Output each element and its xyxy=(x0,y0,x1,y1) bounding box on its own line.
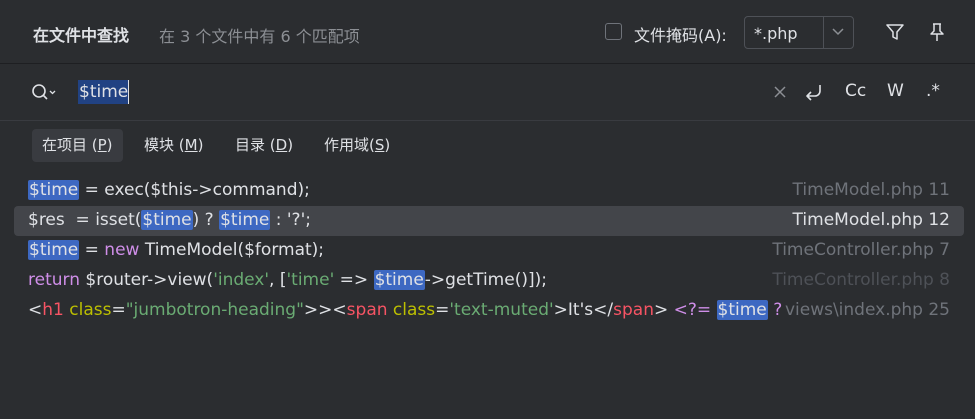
scope-tabs: 在项目 (P) 模块 (M) 目录 (D) 作用域(S) xyxy=(0,121,975,173)
match-case-toggle[interactable]: Cc xyxy=(845,81,866,101)
result-code: $time = exec($this->command); xyxy=(28,180,310,200)
match-summary: 在 3 个文件中有 6 个匹配项 xyxy=(159,27,360,46)
code-text: = xyxy=(79,240,105,260)
result-location: views\index.php 25 xyxy=(784,300,950,320)
tab-project-tail: ) xyxy=(106,136,113,154)
keyword: return xyxy=(28,270,80,290)
text-caret xyxy=(128,80,129,104)
php-close-fragment: ? xyxy=(773,300,783,320)
html-tag: span xyxy=(613,300,654,320)
keyword: new xyxy=(104,240,140,260)
code-text: = xyxy=(435,300,450,320)
pin-icon[interactable] xyxy=(925,20,949,44)
html-tag: span xyxy=(346,300,388,320)
code-text: = exec($this->command); xyxy=(79,180,310,200)
match-highlight: $time xyxy=(28,180,80,200)
code-text: ) ? xyxy=(192,210,220,230)
code-text: TimeModel($format); xyxy=(139,240,325,260)
search-query[interactable]: $time xyxy=(78,80,130,104)
match-highlight: $time xyxy=(373,270,425,290)
tab-scope-label: 作用域( xyxy=(324,136,375,154)
code-text: => xyxy=(334,270,374,290)
tab-scope-tail: ) xyxy=(384,136,391,154)
file-mask-dropdown[interactable]: *.php xyxy=(744,16,854,49)
tab-project-label: 在项目 ( xyxy=(42,136,98,154)
tab-project-key: P xyxy=(97,136,107,154)
code-text: < xyxy=(332,300,347,320)
code-text: > xyxy=(553,300,568,320)
match-highlight: $time xyxy=(219,210,271,230)
result-code: $time = new TimeModel($format); xyxy=(28,240,324,260)
result-row-5[interactable]: <h1 class="jumbotron-heading">><span cla… xyxy=(14,296,964,326)
result-code: <h1 class="jumbotron-heading">><span cla… xyxy=(28,300,782,320)
tab-module[interactable]: 模块 (M) xyxy=(134,129,213,162)
code-text: = xyxy=(111,300,126,320)
regex-toggle[interactable]: .* xyxy=(926,81,940,101)
newline-icon[interactable] xyxy=(802,81,826,103)
html-attribute: class xyxy=(392,300,436,320)
result-row-2[interactable]: $res = isset($time) ? $time : '?'; TimeM… xyxy=(14,206,964,236)
file-mask-value: *.php xyxy=(754,24,798,43)
header-bar: 在文件中查找 在 3 个文件中有 6 个匹配项 文件掩码(A): *.php xyxy=(0,0,975,64)
search-icon[interactable] xyxy=(30,81,58,103)
php-open-tag: <?= xyxy=(673,300,712,320)
result-row-4[interactable]: return $router->view('index', ['time' =>… xyxy=(14,266,964,296)
tab-module-tail: ) xyxy=(197,136,204,154)
dialog-title: 在文件中查找 xyxy=(33,26,130,45)
tab-module-label: 模块 ( xyxy=(144,136,185,154)
tab-directory-key: D xyxy=(275,136,288,154)
string-literal: 'time' xyxy=(286,270,335,290)
chevron-down-icon[interactable] xyxy=(830,22,846,42)
result-location: TimeController.php 7 xyxy=(772,240,950,260)
code-text: > xyxy=(653,300,669,320)
clear-icon[interactable] xyxy=(773,85,787,99)
result-code: $res = isset($time) ? $time : '?'; xyxy=(28,210,311,230)
result-location: TimeModel.php 11 xyxy=(792,180,950,200)
code-text: > xyxy=(318,300,333,320)
string-literal: 'text-muted' xyxy=(449,300,554,320)
dropdown-divider xyxy=(823,17,824,48)
code-text: < xyxy=(28,300,43,320)
code-text: , [ xyxy=(269,270,287,290)
match-highlight: $time xyxy=(716,300,768,320)
file-mask-checkbox[interactable] xyxy=(605,23,622,40)
code-text: $res = isset( xyxy=(28,210,142,230)
tab-directory[interactable]: 目录 (D) xyxy=(225,129,303,162)
find-in-files-window: 在文件中查找 在 3 个文件中有 6 个匹配项 文件掩码(A): *.php $… xyxy=(0,0,975,419)
string-literal: 'index' xyxy=(213,270,270,290)
filter-icon[interactable] xyxy=(883,20,907,44)
whole-words-toggle[interactable]: W xyxy=(887,81,904,101)
match-highlight: $time xyxy=(28,240,80,260)
result-row-1[interactable]: $time = exec($this->command); TimeModel.… xyxy=(14,176,964,206)
code-text: $router->view( xyxy=(79,270,214,290)
code-text: It's xyxy=(567,300,594,320)
result-location: TimeController.php 8 xyxy=(772,270,950,290)
tab-project[interactable]: 在项目 (P) xyxy=(32,129,123,162)
result-row-3[interactable]: $time = new TimeModel($format); TimeCont… xyxy=(14,236,964,266)
tab-module-key: M xyxy=(184,136,198,154)
file-mask-label[interactable]: 文件掩码(A): xyxy=(634,22,727,46)
tab-scope[interactable]: 作用域(S) xyxy=(314,129,400,162)
search-bar: $time Cc W .* xyxy=(0,64,975,121)
html-attribute: class xyxy=(69,300,112,320)
html-tag: h1 xyxy=(42,300,64,320)
result-location: TimeModel.php 12 xyxy=(792,210,950,230)
string-literal: "jumbotron-heading" xyxy=(125,300,304,320)
code-text: </ xyxy=(593,300,614,320)
tab-scope-key: S xyxy=(374,136,385,154)
code-text: > xyxy=(303,300,319,320)
tab-directory-label: 目录 ( xyxy=(235,136,276,154)
result-code: return $router->view('index', ['time' =>… xyxy=(28,270,547,290)
code-text: : '?'; xyxy=(270,210,311,230)
match-highlight: $time xyxy=(141,210,193,230)
code-text: ->getTime()]); xyxy=(424,270,547,290)
tab-directory-tail: ) xyxy=(287,136,294,154)
